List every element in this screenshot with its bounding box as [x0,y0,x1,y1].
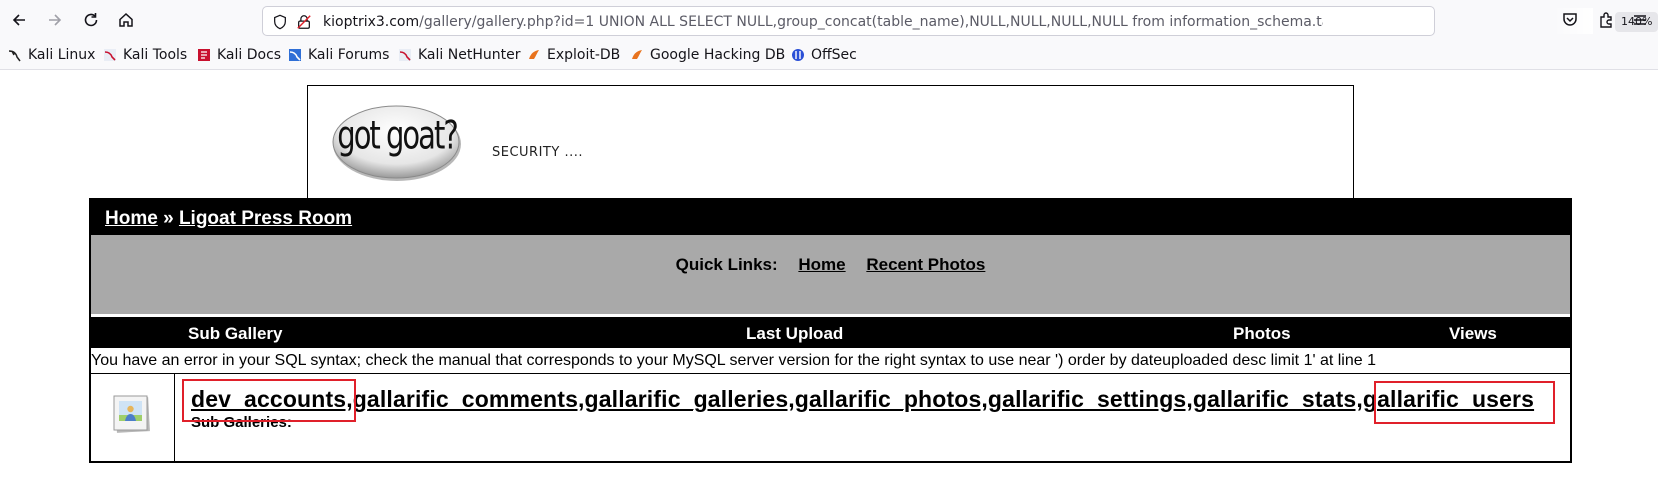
bookmark-label: Kali Forums [308,47,390,63]
pocket-icon[interactable] [1556,6,1584,34]
bookmark-kali-linux[interactable]: Kali Linux [8,46,95,64]
browser-toolbar: kioptrix3.com/gallery/gallery.php?id=1 U… [0,0,1658,40]
bookmarks-toolbar: Kali Linux Kali Tools Kali Docs Kali For… [0,40,1658,70]
reload-icon[interactable] [77,6,105,34]
bookmark-label: Kali NetHunter [418,47,521,63]
bookmark-offsec[interactable]: OffSec [791,46,857,64]
bookmark-label: OffSec [811,47,857,63]
got-goat-logo[interactable]: got goat? [331,102,463,182]
kali-nethunter-icon [398,48,412,62]
breadcrumb: Home » Ligoat Press Room [91,200,1570,235]
kali-docs-icon [197,48,211,62]
column-last-upload: Last Upload [746,324,844,343]
exploit-db-icon [527,48,541,62]
gallery-thumbnail-cell [91,374,175,461]
bookmark-label: Exploit-DB [547,47,621,63]
url-text[interactable]: kioptrix3.com/gallery/gallery.php?id=1 U… [323,13,1323,31]
quick-link-home[interactable]: Home [798,255,845,274]
column-sub-gallery: Sub Gallery [188,324,283,343]
quick-links: Quick Links: Home Recent Photos [91,255,1570,275]
breadcrumb-trail: Home » Ligoat Press Room [105,208,352,230]
logo-text: got goat? [337,112,458,158]
column-views: Views [1449,324,1497,343]
gallery-panel: Home » Ligoat Press Room Quick Links: Ho… [89,198,1572,463]
site-tagline: SECURITY .... [492,145,583,160]
quick-link-recent-photos[interactable]: Recent Photos [866,255,985,274]
forward-icon[interactable] [41,6,69,34]
url-path: /gallery/gallery.php?id=1 UNION ALL SELE… [419,14,1323,30]
breadcrumb-current-link[interactable]: Ligoat Press Room [179,208,352,229]
url-host: kioptrix3.com [323,14,420,30]
home-icon[interactable] [112,6,140,34]
bookmark-kali-tools[interactable]: Kali Tools [103,46,187,64]
menu-icon[interactable] [1626,6,1654,34]
back-icon[interactable] [5,6,33,34]
breadcrumb-separator: » [163,208,174,229]
ghdb-icon [630,48,644,62]
bookmark-kali-forums[interactable]: Kali Forums [288,46,389,64]
extensions-icon[interactable] [1592,6,1620,34]
site-header: got goat? SECURITY .... [307,85,1354,205]
gallery-image-icon[interactable] [113,394,151,434]
bookmark-google-hacking-db[interactable]: Google Hacking DB [630,46,785,64]
bookmark-label: Google Hacking DB [650,47,786,63]
address-bar[interactable]: kioptrix3.com/gallery/gallery.php?id=1 U… [262,6,1658,36]
highlight-dev-accounts [182,379,356,422]
breadcrumb-home-link[interactable]: Home [105,208,158,229]
bookmark-kali-docs[interactable]: Kali Docs [197,46,281,64]
row-divider [91,373,1570,374]
bookmark-label: Kali Tools [123,47,188,63]
sql-error-message: You have an error in your SQL syntax; ch… [91,352,1376,369]
bookmark-label: Kali Linux [28,47,96,63]
offsec-icon [791,48,805,62]
insecure-lock-icon[interactable] [295,13,313,31]
table-header: Sub Gallery Last Upload Photos Views [91,317,1570,348]
highlight-gallarific-users [1374,381,1555,424]
quick-links-bar: Quick Links: Home Recent Photos [91,235,1570,314]
quick-links-label: Quick Links: [675,255,778,274]
gallery-title-link[interactable]: dev_accounts,gallarific_comments,gallari… [191,386,1534,413]
bookmark-label: Kali Docs [217,47,282,63]
bookmark-exploit-db[interactable]: Exploit-DB [527,46,620,64]
shield-icon[interactable] [271,13,289,31]
kali-forums-icon [288,48,302,62]
kali-tools-icon [103,48,117,62]
kali-dragon-icon [8,48,22,62]
bookmark-kali-nethunter[interactable]: Kali NetHunter [398,46,520,64]
column-photos: Photos [1233,324,1291,343]
